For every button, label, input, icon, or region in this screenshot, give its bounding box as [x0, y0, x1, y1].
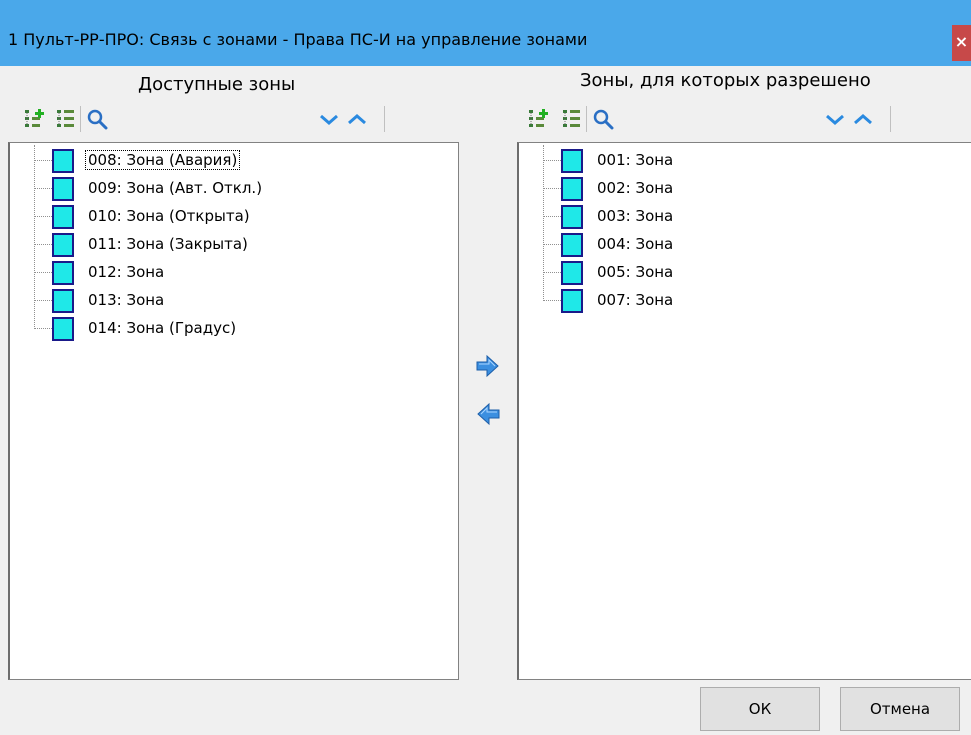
add-zone-icon[interactable]	[528, 108, 550, 130]
title-bar: 1 Пульт-РР-ПРО: Связь с зонами - Права П…	[0, 0, 971, 66]
zone-icon	[561, 289, 583, 313]
zone-icon	[561, 205, 583, 229]
zone-icon	[52, 205, 74, 229]
chevron-down-icon[interactable]	[824, 108, 846, 130]
tree-item[interactable]: 008: Зона (Авария)	[10, 147, 458, 175]
toolbar-separator	[80, 106, 81, 132]
zone-icon	[561, 261, 583, 285]
tree-list-icon[interactable]	[562, 108, 584, 130]
tree-item[interactable]: 003: Зона	[519, 203, 971, 231]
tree-item-label: 007: Зона	[597, 291, 674, 309]
zone-icon	[52, 149, 74, 173]
tree-item-label: 001: Зона	[597, 151, 674, 169]
search-icon[interactable]	[86, 108, 108, 130]
tree-list-icon[interactable]	[56, 108, 78, 130]
chevron-down-icon[interactable]	[318, 108, 340, 130]
toolbar-separator	[890, 106, 891, 132]
zone-icon	[52, 317, 74, 341]
zone-icon	[561, 149, 583, 173]
chevron-up-icon[interactable]	[346, 108, 368, 130]
zone-icon	[52, 233, 74, 257]
toolbar-separator	[384, 106, 385, 132]
window-title: 1 Пульт-РР-ПРО: Связь с зонами - Права П…	[8, 30, 588, 49]
zone-icon	[52, 177, 74, 201]
tree-item-label: 014: Зона (Градус)	[88, 319, 237, 337]
tree-item-label: 003: Зона	[597, 207, 674, 225]
zone-icon	[52, 289, 74, 313]
tree-item[interactable]: 005: Зона	[519, 259, 971, 287]
search-icon[interactable]	[592, 108, 614, 130]
allowed-zones-tree[interactable]: 001: Зона 002: Зона 003: Зона 004: Зона …	[517, 142, 971, 680]
tree-item-label: 004: Зона	[597, 235, 674, 253]
tree-item[interactable]: 001: Зона	[519, 147, 971, 175]
tree-item-label: 010: Зона (Открыта)	[88, 207, 250, 225]
tree-item-label: 008: Зона (Авария)	[84, 150, 241, 170]
right-toolbar	[516, 102, 971, 136]
cancel-button[interactable]: Отмена	[840, 687, 960, 731]
allowed-zones-caption: Зоны, для которых разрешено	[580, 70, 871, 91]
tree-item[interactable]: 012: Зона	[10, 259, 458, 287]
ok-button[interactable]: ОК	[700, 687, 820, 731]
arrow-left-icon	[477, 402, 500, 426]
toolbar-separator	[586, 106, 587, 132]
available-zones-caption: Доступные зоны	[138, 74, 296, 95]
tree-item-label: 012: Зона	[88, 263, 165, 281]
tree-item[interactable]: 009: Зона (Авт. Откл.)	[10, 175, 458, 203]
tree-item[interactable]: 004: Зона	[519, 231, 971, 259]
tree-item[interactable]: 013: Зона	[10, 287, 458, 315]
add-zone-icon[interactable]	[24, 108, 46, 130]
left-toolbar	[10, 102, 500, 136]
tree-item[interactable]: 002: Зона	[519, 175, 971, 203]
tree-item[interactable]: 014: Зона (Градус)	[10, 315, 458, 343]
zone-icon	[52, 261, 74, 285]
move-right-button[interactable]	[474, 352, 502, 380]
available-zones-tree[interactable]: 008: Зона (Авария) 009: Зона (Авт. Откл.…	[8, 142, 459, 680]
tree-item[interactable]: 010: Зона (Открыта)	[10, 203, 458, 231]
zone-icon	[561, 233, 583, 257]
tree-item[interactable]: 011: Зона (Закрыта)	[10, 231, 458, 259]
move-left-button[interactable]	[474, 400, 502, 428]
tree-item-label: 002: Зона	[597, 179, 674, 197]
arrow-right-icon	[476, 354, 499, 378]
chevron-up-icon[interactable]	[852, 108, 874, 130]
close-button[interactable]: ×	[952, 25, 971, 61]
tree-item-label: 011: Зона (Закрыта)	[88, 235, 248, 253]
tree-item-label: 013: Зона	[88, 291, 165, 309]
tree-item[interactable]: 007: Зона	[519, 287, 971, 315]
tree-item-label: 005: Зона	[597, 263, 674, 281]
tree-item-label: 009: Зона (Авт. Откл.)	[88, 179, 263, 197]
zone-icon	[561, 177, 583, 201]
